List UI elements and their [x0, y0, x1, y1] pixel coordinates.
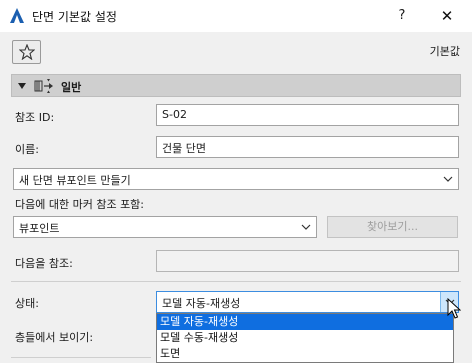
status-option[interactable]: 도면	[157, 346, 453, 362]
section-tool-icon	[34, 79, 53, 93]
divider	[11, 357, 151, 358]
title-bar: 단면 기본값 설정 ? ✕	[0, 0, 472, 32]
mouse-cursor-icon	[447, 298, 461, 319]
status-select[interactable]: 모델 자동-재생성	[156, 291, 459, 313]
marker-ref-select-value: 뷰포인트	[19, 222, 60, 235]
browse-button[interactable]: 찾아보기...	[327, 216, 458, 238]
close-button[interactable]: ✕	[430, 5, 464, 27]
collapse-arrow-icon[interactable]	[18, 83, 26, 89]
name-field[interactable]: 건물 단면	[156, 136, 459, 158]
reference-label: 다음을 참조:	[15, 257, 73, 270]
general-section-header[interactable]: 일반	[11, 74, 461, 97]
divider	[11, 281, 461, 282]
viewpoint-select-value: 새 단면 뷰포인트 만들기	[19, 174, 131, 187]
viewpoint-select[interactable]: 새 단면 뷰포인트 만들기	[13, 168, 459, 190]
section-title: 일반	[61, 81, 82, 94]
marker-ref-select[interactable]: 뷰포인트	[13, 216, 317, 238]
show-on-stories-label: 층들에서 보이기:	[15, 331, 94, 344]
ref-id-label: 참조 ID:	[15, 111, 55, 124]
marker-ref-label: 다음에 대한 마커 참조 포함:	[15, 198, 145, 211]
window-title: 단면 기본값 설정	[32, 10, 117, 24]
archicad-app-icon	[10, 8, 24, 23]
favorites-button[interactable]	[12, 40, 41, 64]
name-label: 이름:	[15, 143, 39, 156]
star-icon	[19, 44, 35, 60]
default-label: 기본값	[429, 45, 460, 58]
status-option[interactable]: 모델 수동-재생성	[157, 330, 453, 346]
status-dropdown-list: 모델 자동-재생성 모델 수동-재생성 도면	[156, 313, 454, 363]
status-select-value: 모델 자동-재생성	[162, 297, 241, 310]
ref-id-field[interactable]: S-02	[156, 104, 459, 126]
chevron-down-icon	[443, 176, 453, 182]
status-option[interactable]: 모델 자동-재생성	[157, 314, 453, 330]
reference-field[interactable]	[156, 250, 459, 272]
help-button[interactable]: ?	[388, 5, 416, 27]
status-label: 상태:	[15, 297, 39, 310]
chevron-down-icon	[301, 224, 311, 230]
